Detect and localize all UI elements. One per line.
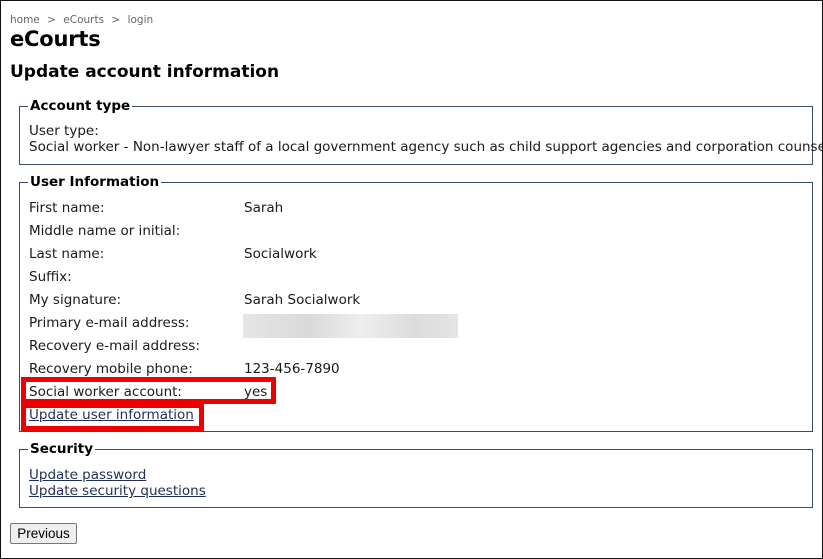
user-type-label: User type: <box>29 123 99 139</box>
breadcrumb-home[interactable]: home <box>10 14 40 26</box>
first-name-label: First name: <box>29 200 105 216</box>
first-name-value: Sarah <box>244 200 284 216</box>
breadcrumb-separator: > <box>47 14 56 26</box>
update-security-questions-link[interactable]: Update security questions <box>29 483 206 499</box>
site-title: eCourts <box>10 27 101 51</box>
recovery-phone-value: 123-456-7890 <box>244 361 340 377</box>
primary-email-redacted <box>243 314 458 338</box>
breadcrumb: home > eCourts > login <box>10 14 157 26</box>
recovery-email-label: Recovery e-mail address: <box>29 338 200 354</box>
security-legend: Security <box>28 441 96 457</box>
primary-email-label: Primary e-mail address: <box>29 315 190 331</box>
previous-button[interactable]: Previous <box>10 523 77 544</box>
security-fieldset: Security Update password Update security… <box>19 441 813 508</box>
breadcrumb-login[interactable]: login <box>128 14 154 26</box>
recovery-phone-label: Recovery mobile phone: <box>29 361 193 377</box>
last-name-value: Socialwork <box>244 246 317 262</box>
breadcrumb-ecourts[interactable]: eCourts <box>63 14 104 26</box>
highlight-box-update-user-information <box>21 403 204 431</box>
last-name-label: Last name: <box>29 246 105 262</box>
page-title: Update account information <box>10 62 280 82</box>
breadcrumb-separator: > <box>111 14 121 26</box>
account-type-fieldset: Account type User type: Social worker - … <box>19 98 823 165</box>
update-password-link[interactable]: Update password <box>29 467 146 483</box>
user-information-legend: User Information <box>28 174 162 190</box>
page-frame: home > eCourts > login eCourts Update ac… <box>0 0 823 559</box>
signature-value: Sarah Socialwork <box>244 292 361 308</box>
highlight-box-social-worker-account <box>21 377 276 404</box>
suffix-label: Suffix: <box>29 269 72 285</box>
account-type-legend: Account type <box>28 98 133 114</box>
middle-name-label: Middle name or initial: <box>29 223 181 239</box>
user-type-value: Social worker - Non-lawyer staff of a lo… <box>29 139 823 155</box>
signature-label: My signature: <box>29 292 122 308</box>
